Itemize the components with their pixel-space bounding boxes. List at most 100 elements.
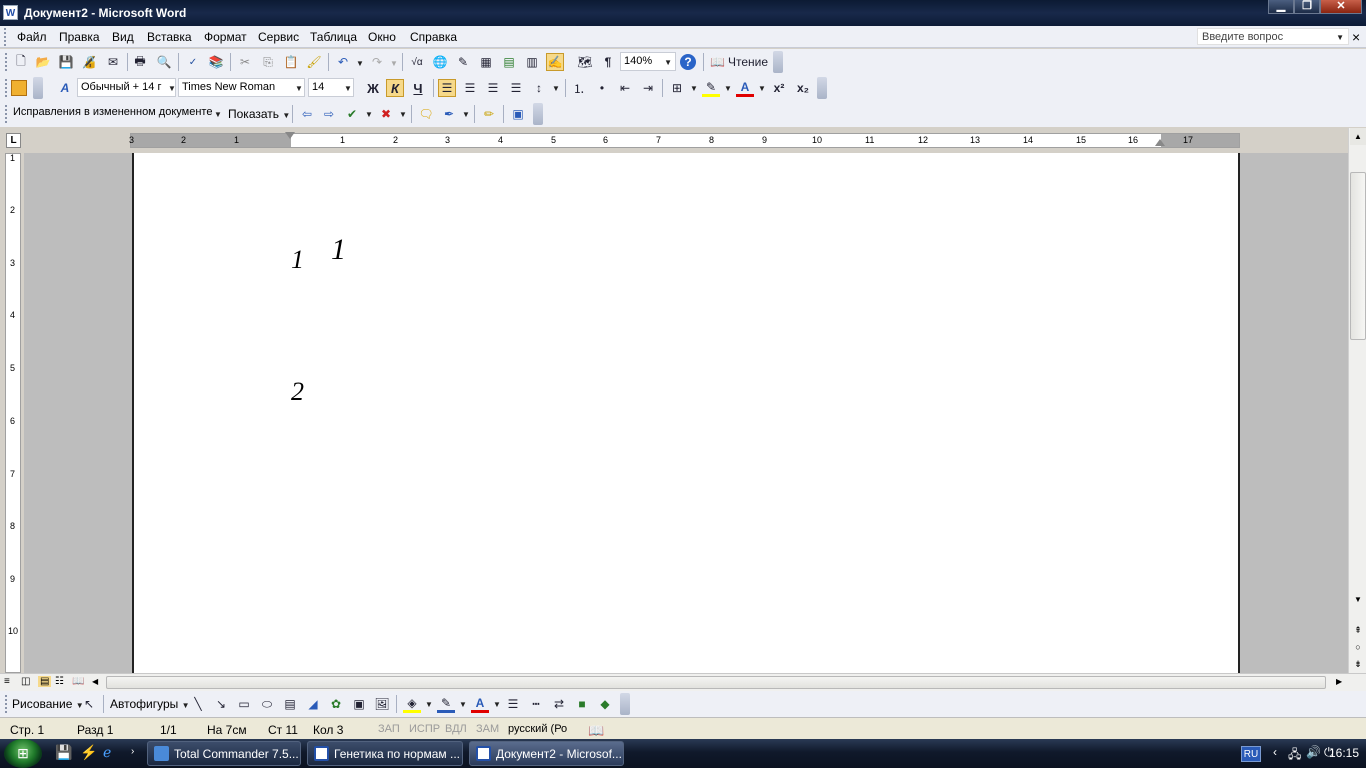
tables-borders-icon[interactable]: ✎ <box>454 53 472 71</box>
reading-button[interactable]: 📖 Чтение <box>710 53 770 71</box>
style-select[interactable]: Обычный + 14 г <box>77 78 176 97</box>
scroll-thumb[interactable] <box>106 676 1326 689</box>
status-page[interactable]: Стр. 1 <box>10 723 44 737</box>
insert-table-icon[interactable]: ▦ <box>477 53 495 71</box>
paste-icon[interactable]: 📋 <box>282 53 300 71</box>
chevron-down-icon[interactable]: ▼ <box>758 84 766 93</box>
document-text[interactable]: 1 <box>291 245 304 275</box>
toolbar-options-icon[interactable] <box>773 51 783 73</box>
font-select[interactable]: Times New Roman <box>178 78 305 97</box>
highlight-icon[interactable]: ✎ <box>702 79 720 97</box>
redo-dropdown-icon[interactable]: ▼ <box>390 59 398 68</box>
chevron-down-icon[interactable]: ▼ <box>344 84 352 93</box>
internet-explorer-icon[interactable]: ℯ <box>103 744 111 761</box>
chevron-down-icon[interactable]: ▼ <box>724 84 732 93</box>
status-page-count[interactable]: 1/1 <box>160 723 177 737</box>
language-indicator[interactable]: RU <box>1241 746 1261 762</box>
tab-selector[interactable]: L <box>6 133 21 148</box>
bullets-icon[interactable]: • <box>593 79 611 97</box>
status-language[interactable]: русский (Ро <box>508 723 567 735</box>
status-track-changes[interactable]: ИСПР <box>409 723 440 735</box>
clipart-icon[interactable]: ▣ <box>350 695 368 713</box>
fill-color-icon[interactable]: ◈ <box>403 695 421 713</box>
diagram-icon[interactable]: ✿ <box>327 695 345 713</box>
borders-icon[interactable]: ⊞ <box>668 79 686 97</box>
toolbar-options-icon[interactable] <box>33 77 43 99</box>
drawing-toggle-icon[interactable]: ✍ <box>546 53 564 71</box>
menu-format[interactable]: Формат <box>204 30 247 44</box>
next-page-icon[interactable]: ⇟ <box>1350 656 1366 673</box>
menu-help[interactable]: Справка <box>410 30 457 44</box>
maximize-button[interactable]: ❐ <box>1294 0 1320 14</box>
document-map-icon[interactable]: 🗺 <box>576 53 594 71</box>
line-color-icon[interactable]: ✎ <box>437 695 455 713</box>
show-hidden-icons-icon[interactable]: ‹ <box>1273 745 1277 759</box>
chevron-down-icon[interactable]: ▼ <box>552 84 560 93</box>
font-color-icon[interactable]: A <box>471 695 489 713</box>
status-section[interactable]: Разд 1 <box>77 723 113 737</box>
align-center-icon[interactable]: ☰ <box>461 79 479 97</box>
arrow-icon[interactable]: ↘ <box>212 695 230 713</box>
select-browse-object-icon[interactable]: ○ <box>1350 639 1366 656</box>
cut-icon[interactable]: ✂ <box>236 53 254 71</box>
underline-button[interactable]: Ч <box>409 79 427 97</box>
align-left-icon[interactable]: ☰ <box>438 79 456 97</box>
select-objects-icon[interactable]: ↖ <box>80 695 98 713</box>
toolbar-options-icon[interactable] <box>533 103 543 125</box>
reviewing-pane-icon[interactable]: ▣ <box>509 105 527 123</box>
print-layout-icon[interactable]: ▤ <box>38 676 52 687</box>
first-line-indent-marker[interactable] <box>285 132 295 139</box>
toolbar-grip[interactable] <box>5 53 9 71</box>
previous-page-icon[interactable]: ⇞ <box>1350 622 1366 639</box>
draw-menu-button[interactable]: Рисование ▼ <box>12 697 84 711</box>
chevron-down-icon[interactable]: ▼ <box>365 110 373 119</box>
wordart-icon[interactable]: ◢ <box>304 695 322 713</box>
scroll-right-icon[interactable]: ▶ <box>1336 677 1342 686</box>
web-view-icon[interactable]: ◫ <box>21 676 30 687</box>
styles-formatting-icon[interactable]: A <box>56 79 74 97</box>
decrease-indent-icon[interactable]: ⇤ <box>616 79 634 97</box>
toolbar-options-icon[interactable] <box>817 77 827 99</box>
text-box-icon[interactable]: ▤ <box>281 695 299 713</box>
document-text[interactable]: 2 <box>291 377 304 407</box>
menu-edit[interactable]: Правка <box>59 30 100 44</box>
new-document-icon[interactable]: 🗋 <box>12 53 30 71</box>
accept-change-icon[interactable]: ✔ <box>343 105 361 123</box>
zoom-select[interactable]: 140% ▼ <box>620 52 676 71</box>
task-pane-icon[interactable] <box>11 80 27 96</box>
chevron-down-icon[interactable]: ▼ <box>664 58 672 67</box>
ask-question-input[interactable]: Введите вопрос ▼ <box>1197 28 1349 45</box>
next-change-icon[interactable]: ⇨ <box>320 105 338 123</box>
format-painter-icon[interactable]: 🖌 <box>305 53 323 71</box>
save-quicklaunch-icon[interactable]: 💾 <box>55 744 72 761</box>
autoshapes-button[interactable]: Автофигуры ▼ <box>110 697 190 711</box>
justify-icon[interactable]: ☰ <box>507 79 525 97</box>
reading-view-icon[interactable]: 📖 <box>72 676 84 687</box>
chevron-down-icon[interactable]: ▼ <box>1336 33 1344 42</box>
task-document2[interactable]: Документ2 - Microsof... <box>469 741 624 766</box>
chevron-down-icon[interactable]: ▼ <box>690 84 698 93</box>
oval-icon[interactable]: ⬭ <box>258 695 276 713</box>
dash-style-icon[interactable]: ┅ <box>527 695 545 713</box>
document-page[interactable]: 1 1 2 <box>132 153 1240 673</box>
menu-file[interactable]: Файл <box>17 30 47 44</box>
increase-indent-icon[interactable]: ⇥ <box>639 79 657 97</box>
font-color-icon[interactable]: A <box>736 79 754 97</box>
insert-excel-icon[interactable]: ▤ <box>500 53 518 71</box>
right-indent-marker[interactable] <box>1155 139 1165 146</box>
chevron-down-icon[interactable]: ▼ <box>459 700 467 709</box>
spelling-status-icon[interactable]: 📖 <box>588 723 604 739</box>
word-app-icon[interactable]: W <box>3 5 18 20</box>
clock[interactable]: 16:15 <box>1329 746 1359 760</box>
display-mode-select[interactable]: Исправления в измененном документе <box>10 104 224 123</box>
insert-comment-icon[interactable]: 🗨 <box>417 105 435 123</box>
minimize-button[interactable]: ▁ <box>1268 0 1294 14</box>
line-icon[interactable]: ╲ <box>189 695 207 713</box>
task-genetics-doc[interactable]: Генетика по нормам ... <box>307 741 463 766</box>
arrow-style-icon[interactable]: ⇄ <box>550 695 568 713</box>
show-menu-button[interactable]: Показать ▼ <box>228 107 290 121</box>
spelling-icon[interactable]: ✓ <box>184 53 202 71</box>
menu-insert[interactable]: Вставка <box>147 30 192 44</box>
vertical-scrollbar[interactable]: ▲ ▼ ⇞ ○ ⇟ <box>1348 128 1366 673</box>
horizontal-ruler[interactable]: 3 2 1 1 2 3 4 5 6 7 8 9 10 11 12 13 14 1… <box>129 132 1240 148</box>
